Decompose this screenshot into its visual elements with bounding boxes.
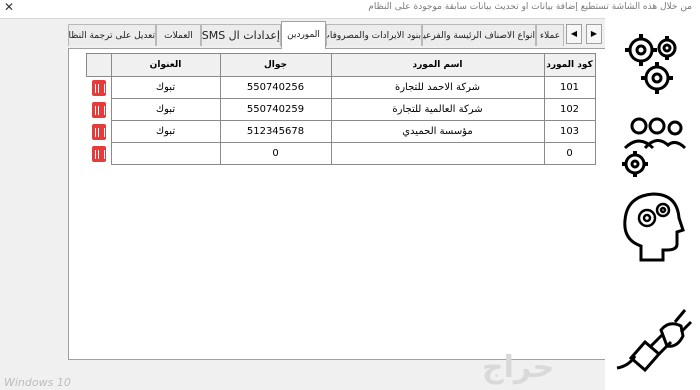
title-bar: ✕ من خلال هذه الشاشة تستطيع إضافة بيانات… [0, 0, 700, 19]
header-address: العنوان [110, 53, 221, 77]
tab-strip: تعديل على ترجمة النظام العملات إعدادات ا… [68, 20, 608, 49]
header-name: اسم المورد [330, 53, 545, 77]
cell-mobile[interactable]: 512345678 [219, 120, 332, 143]
tab-customers[interactable]: عملاء [536, 24, 564, 46]
header-code: كود المورد [543, 53, 596, 77]
trash-icon[interactable] [91, 145, 106, 162]
tab-suppliers[interactable]: الموردين [281, 21, 326, 49]
table-row[interactable]: تبوك 512345678 مؤسسة الحميدي 103 [87, 120, 596, 143]
cell-mobile[interactable]: 0 [219, 142, 332, 165]
tab-sms-settings[interactable]: إعدادات ال SMS [201, 24, 281, 46]
side-menu [605, 18, 700, 390]
site-watermark: حراج [482, 350, 555, 385]
window-title: من خلال هذه الشاشة تستطيع إضافة بيانات ا… [368, 2, 692, 12]
table-row[interactable]: تبوك 550740256 شركة الاحمد للتجارة 101 [87, 76, 596, 99]
cell-address[interactable]: تبوك [110, 76, 221, 99]
trash-icon[interactable] [91, 123, 106, 140]
header-mobile: جوال [219, 53, 332, 77]
tab-item-types[interactable]: انواع الاصناف الرئيسة والفرعيه [422, 24, 536, 46]
gears-icon[interactable] [611, 24, 693, 104]
delete-row-button[interactable] [87, 121, 112, 143]
trash-icon[interactable] [91, 79, 106, 96]
delete-row-button[interactable] [87, 77, 112, 99]
users-settings-icon[interactable] [611, 106, 693, 186]
table-row[interactable]: تبوك 550740259 شركة العالمية للتجارة 102 [87, 98, 596, 121]
head-gears-icon[interactable] [611, 186, 693, 266]
cell-address[interactable] [110, 142, 221, 165]
tab-scroll-left-icon[interactable]: ◀ [566, 24, 582, 44]
cell-name[interactable]: مؤسسة الحميدي [330, 120, 545, 143]
close-icon[interactable]: ✕ [4, 0, 14, 14]
plug-icon[interactable] [611, 296, 693, 376]
cell-name[interactable]: شركة العالمية للتجارة [330, 98, 545, 121]
os-watermark: Windows 10 [4, 376, 71, 389]
cell-mobile[interactable]: 550740256 [219, 76, 332, 99]
cell-address[interactable]: تبوك [110, 98, 221, 121]
suppliers-table: العنوان جوال اسم المورد كود المورد تبوك … [86, 53, 596, 165]
tab-revenue-expense-items[interactable]: بنود الايرادات والمصروفات [326, 24, 422, 46]
tab-currencies[interactable]: العملات [156, 24, 201, 46]
cell-mobile[interactable]: 550740259 [219, 98, 332, 121]
tab-translation[interactable]: تعديل على ترجمة النظام [68, 24, 156, 46]
cell-address[interactable]: تبوك [110, 120, 221, 143]
delete-row-button[interactable] [87, 143, 112, 165]
tab-scroll-right-icon[interactable]: ▶ [586, 24, 602, 44]
cell-code[interactable]: 0 [543, 142, 596, 165]
cell-code[interactable]: 103 [543, 120, 596, 143]
delete-row-button[interactable] [87, 99, 112, 121]
table-row[interactable]: 0 0 [87, 142, 596, 165]
cell-code[interactable]: 102 [543, 98, 596, 121]
cell-code[interactable]: 101 [543, 76, 596, 99]
main-panel: تعديل على ترجمة النظام العملات إعدادات ا… [68, 20, 608, 360]
cell-name[interactable]: شركة الاحمد للتجارة [330, 76, 545, 99]
suppliers-content: العنوان جوال اسم المورد كود المورد تبوك … [68, 49, 608, 360]
delete-column-header [86, 53, 112, 77]
cell-name[interactable] [330, 142, 545, 165]
trash-icon[interactable] [91, 101, 106, 118]
